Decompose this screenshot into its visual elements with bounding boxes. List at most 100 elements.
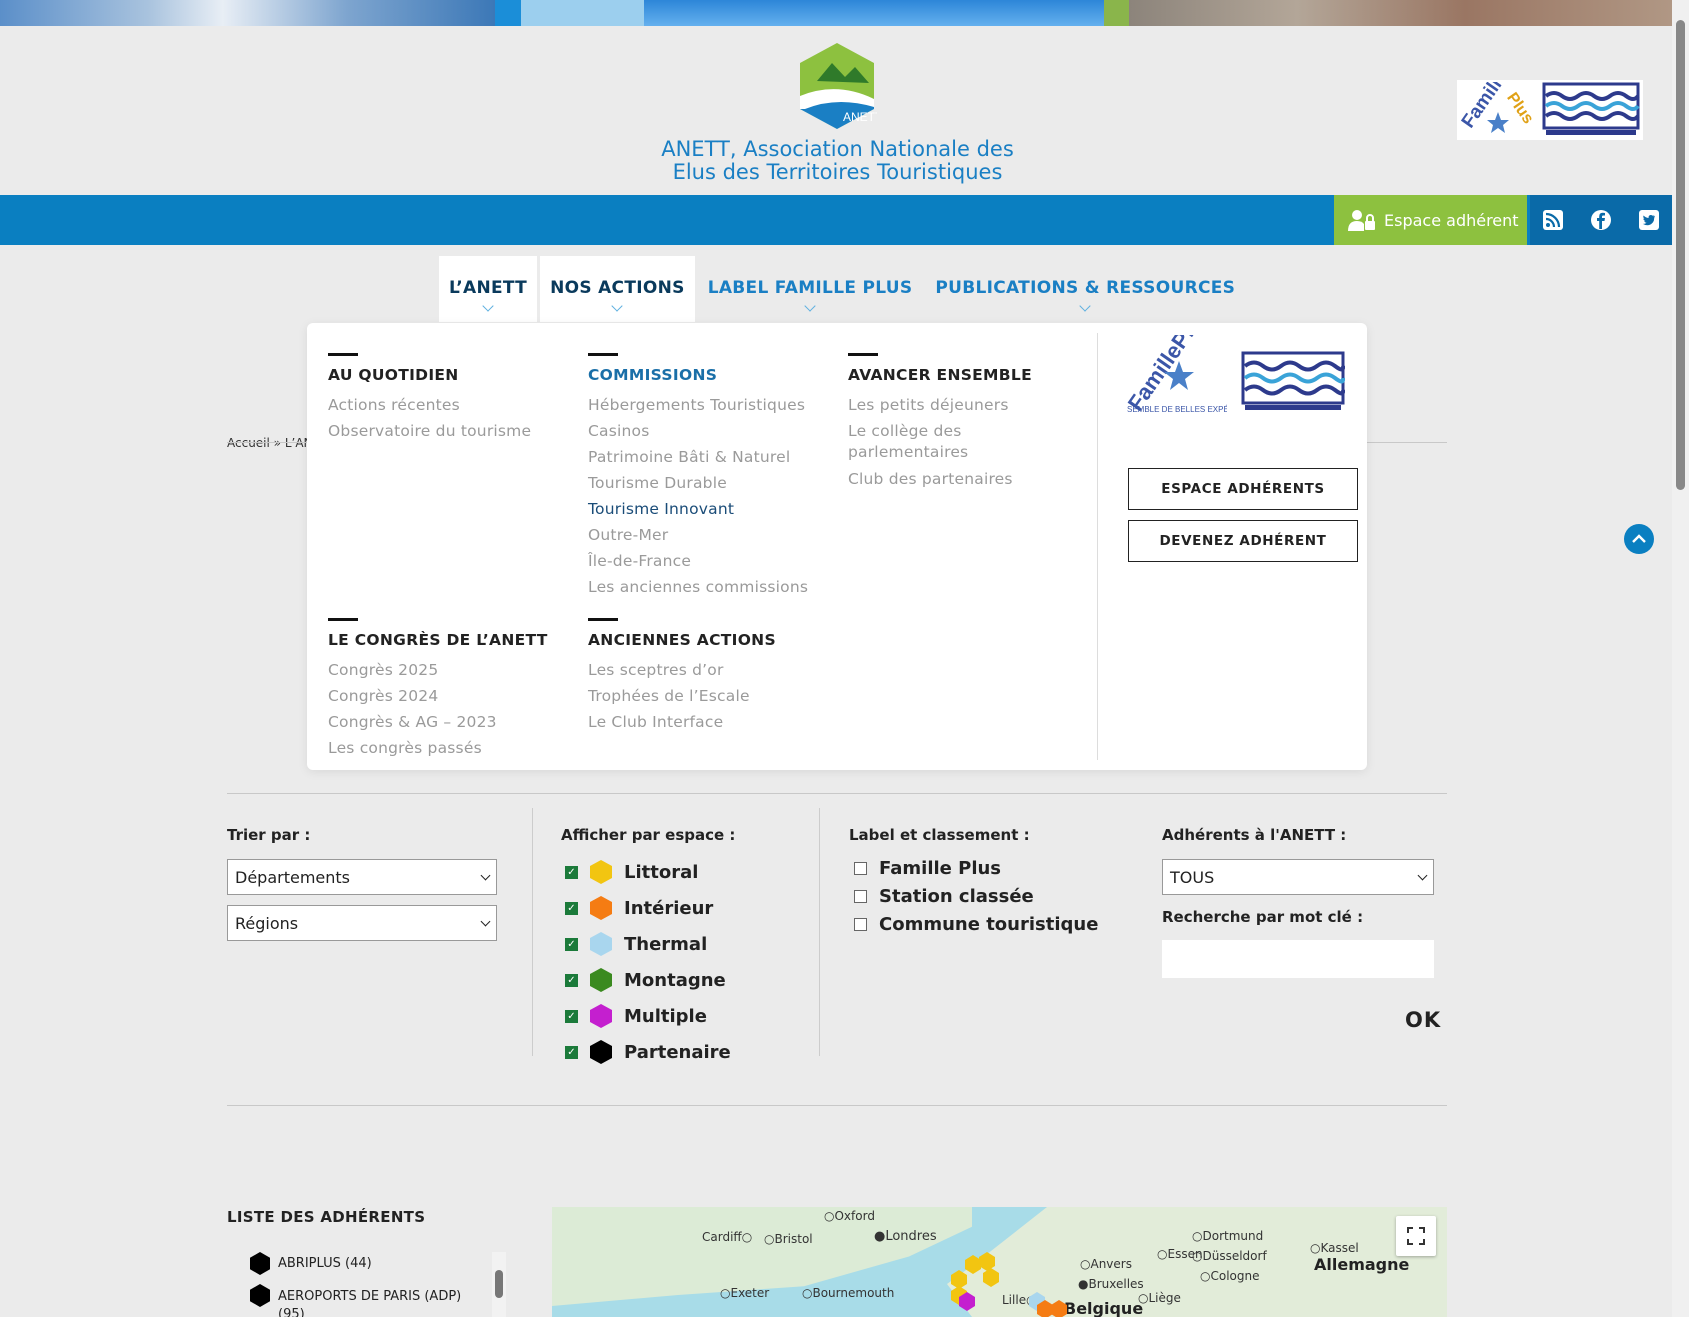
montagne-hex-icon xyxy=(590,968,612,992)
mega-heading: AU QUOTIDIEN xyxy=(328,366,459,384)
checkbox[interactable]: ✓ xyxy=(565,1045,578,1059)
site-title-line2: Elus des Territoires Touristiques xyxy=(672,160,1003,184)
map-fullscreen-button[interactable] xyxy=(1396,1216,1436,1256)
member-area-label: Espace adhérent xyxy=(1384,210,1519,230)
checkbox[interactable]: ✓ xyxy=(565,901,578,915)
chevron-down-icon xyxy=(611,300,624,312)
space-filter-littoral[interactable]: ✓ Littoral xyxy=(565,860,698,884)
sort-department-select[interactable]: Départements xyxy=(227,859,497,895)
list-item[interactable]: AEROPORTS DE PARIS (ADP) (95) xyxy=(250,1284,480,1317)
partenaire-hex-icon xyxy=(250,1284,270,1307)
space-filter-thermal[interactable]: ✓ Thermal xyxy=(565,932,707,956)
rss-icon[interactable] xyxy=(1543,210,1564,230)
mega-link[interactable]: Tourisme Innovant xyxy=(588,496,833,522)
header-photo-strip xyxy=(0,0,1689,26)
facebook-icon[interactable] xyxy=(1590,209,1612,231)
mega-link[interactable]: Outre-Mer xyxy=(588,522,833,548)
nav-item-anett[interactable]: L’ANETT xyxy=(439,256,538,322)
mega-link[interactable]: Congrès & AG – 2023 xyxy=(328,709,568,735)
sort-label: Trier par : xyxy=(227,826,311,844)
checkbox[interactable]: ✓ xyxy=(565,865,578,879)
list-item[interactable]: ABRIPLUS (44) xyxy=(250,1252,480,1275)
site-title-line1: ANETT, Association Nationale des xyxy=(661,137,1014,161)
mega-logos[interactable]: FamillePlus VIVRE ENSEMBLE DE BELLES EXP… xyxy=(1127,335,1357,425)
member-area-button[interactable]: Espace adhérent xyxy=(1334,195,1527,245)
chevron-down-icon xyxy=(1079,300,1091,312)
littoral-hex-icon xyxy=(590,860,612,884)
mega-col-commissions: COMMISSIONS Hébergements Touristiques Ca… xyxy=(588,353,833,600)
anett-logo[interactable]: ANETT xyxy=(797,41,877,131)
checkbox[interactable]: ✓ xyxy=(565,973,578,987)
mega-heading[interactable]: COMMISSIONS xyxy=(588,366,833,384)
sort-region-select[interactable]: Régions xyxy=(227,905,497,941)
space-filter-partenaire[interactable]: ✓ Partenaire xyxy=(565,1040,731,1064)
map-markers[interactable] xyxy=(947,1252,1067,1317)
mega-link[interactable]: Île-de-France xyxy=(588,548,833,574)
checkbox[interactable]: ✓ xyxy=(565,1009,578,1023)
mega-link[interactable]: Trophées de l’Escale xyxy=(588,683,828,709)
mega-link[interactable]: Club des partenaires xyxy=(848,466,1088,492)
mega-link[interactable]: Congrès 2024 xyxy=(328,683,568,709)
espace-adherents-button[interactable]: ESPACE ADHÉRENTS xyxy=(1128,468,1358,510)
mega-link[interactable]: Casinos xyxy=(588,418,833,444)
site-title[interactable]: ANETT, Association Nationale des Elus de… xyxy=(600,138,1075,184)
mega-link[interactable]: parlementaires xyxy=(848,442,1088,463)
twitter-icon[interactable] xyxy=(1638,210,1659,230)
nav-item-label-famille-plus[interactable]: LABEL FAMILLE PLUS xyxy=(698,256,923,322)
space-filter-multiple[interactable]: ✓ Multiple xyxy=(565,1004,707,1028)
members-select[interactable]: TOUS xyxy=(1162,859,1434,895)
mega-link[interactable]: Les petits déjeuners xyxy=(848,392,1088,418)
window-scrollbar[interactable] xyxy=(1672,0,1689,1317)
label-filter-famille-plus[interactable]: Famille Plus xyxy=(854,858,1001,879)
scroll-top-button[interactable] xyxy=(1624,524,1654,554)
mega-link[interactable]: Hébergements Touristiques xyxy=(588,392,833,418)
partenaire-hex-icon xyxy=(590,1040,612,1064)
chevron-down-icon xyxy=(482,300,494,312)
user-lock-icon xyxy=(1348,210,1375,231)
baignade-logo xyxy=(1241,351,1345,410)
chevron-down-icon xyxy=(480,870,491,880)
mega-link[interactable]: Actions récentes xyxy=(328,392,568,418)
member-filters: Trier par : Départements Régions Affiche… xyxy=(227,808,1447,1078)
members-label: Adhérents à l'ANETT : xyxy=(1162,826,1347,844)
space-filter-interieur[interactable]: ✓ Intérieur xyxy=(565,896,713,920)
space-filter-montagne[interactable]: ✓ Montagne xyxy=(565,968,726,992)
famille-plus-logo: FamillePlus VIVRE ENSEMBLE DE BELLES EXP… xyxy=(1127,335,1227,415)
mega-link[interactable]: Les congrès passés xyxy=(328,735,568,761)
checkbox[interactable]: ✓ xyxy=(565,937,578,951)
mega-link[interactable]: Le collège des xyxy=(848,421,1088,442)
mega-link[interactable]: Le Club Interface xyxy=(588,709,828,735)
mega-link[interactable]: Tourisme Durable xyxy=(588,470,833,496)
checkbox[interactable] xyxy=(854,918,867,931)
mega-heading: ANCIENNES ACTIONS xyxy=(588,631,776,649)
mega-link[interactable]: Congrès 2025 xyxy=(328,657,568,683)
svg-text:ANETT: ANETT xyxy=(843,110,877,124)
svg-text:Plus: Plus xyxy=(1503,90,1536,128)
partner-logos[interactable]: Famille Plus xyxy=(1457,80,1643,140)
devenez-adherent-button[interactable]: DEVENEZ ADHÉRENT xyxy=(1128,520,1358,562)
members-map[interactable]: ○Oxford ●Londres Cardiff○ ○Bristol ○Exet… xyxy=(552,1207,1447,1317)
label-filter-commune-touristique[interactable]: Commune touristique xyxy=(854,914,1098,935)
mega-heading: AVANCER ENSEMBLE xyxy=(848,366,1032,384)
mega-link[interactable]: Observatoire du tourisme xyxy=(328,418,568,444)
chevron-down-icon xyxy=(804,300,816,312)
mega-col-avancer-ensemble: AVANCER ENSEMBLE Les petits déjeuners Le… xyxy=(848,353,1088,492)
mega-divider xyxy=(1097,333,1098,760)
divider xyxy=(227,1105,1447,1106)
list-scrollbar[interactable] xyxy=(492,1252,506,1317)
divider xyxy=(227,793,1447,794)
social-links xyxy=(1530,195,1672,245)
mega-link[interactable]: Les anciennes commissions xyxy=(588,574,833,600)
breadcrumb[interactable]: Accueil » L’AN xyxy=(227,436,313,450)
svg-text:Famille: Famille xyxy=(1460,82,1512,132)
checkbox[interactable] xyxy=(854,862,867,875)
nav-item-publications[interactable]: PUBLICATIONS & RESSOURCES xyxy=(925,256,1245,322)
mega-link[interactable]: Les sceptres d’or xyxy=(588,657,828,683)
ok-button[interactable]: OK xyxy=(1405,1008,1441,1032)
mega-col-anciennes-actions: ANCIENNES ACTIONS Les sceptres d’or Trop… xyxy=(588,618,828,735)
mega-link[interactable]: Patrimoine Bâti & Naturel xyxy=(588,444,833,470)
keyword-input[interactable] xyxy=(1162,940,1434,978)
nav-item-nos-actions[interactable]: NOS ACTIONS xyxy=(540,256,695,322)
checkbox[interactable] xyxy=(854,890,867,903)
label-filter-station-classee[interactable]: Station classée xyxy=(854,886,1034,907)
